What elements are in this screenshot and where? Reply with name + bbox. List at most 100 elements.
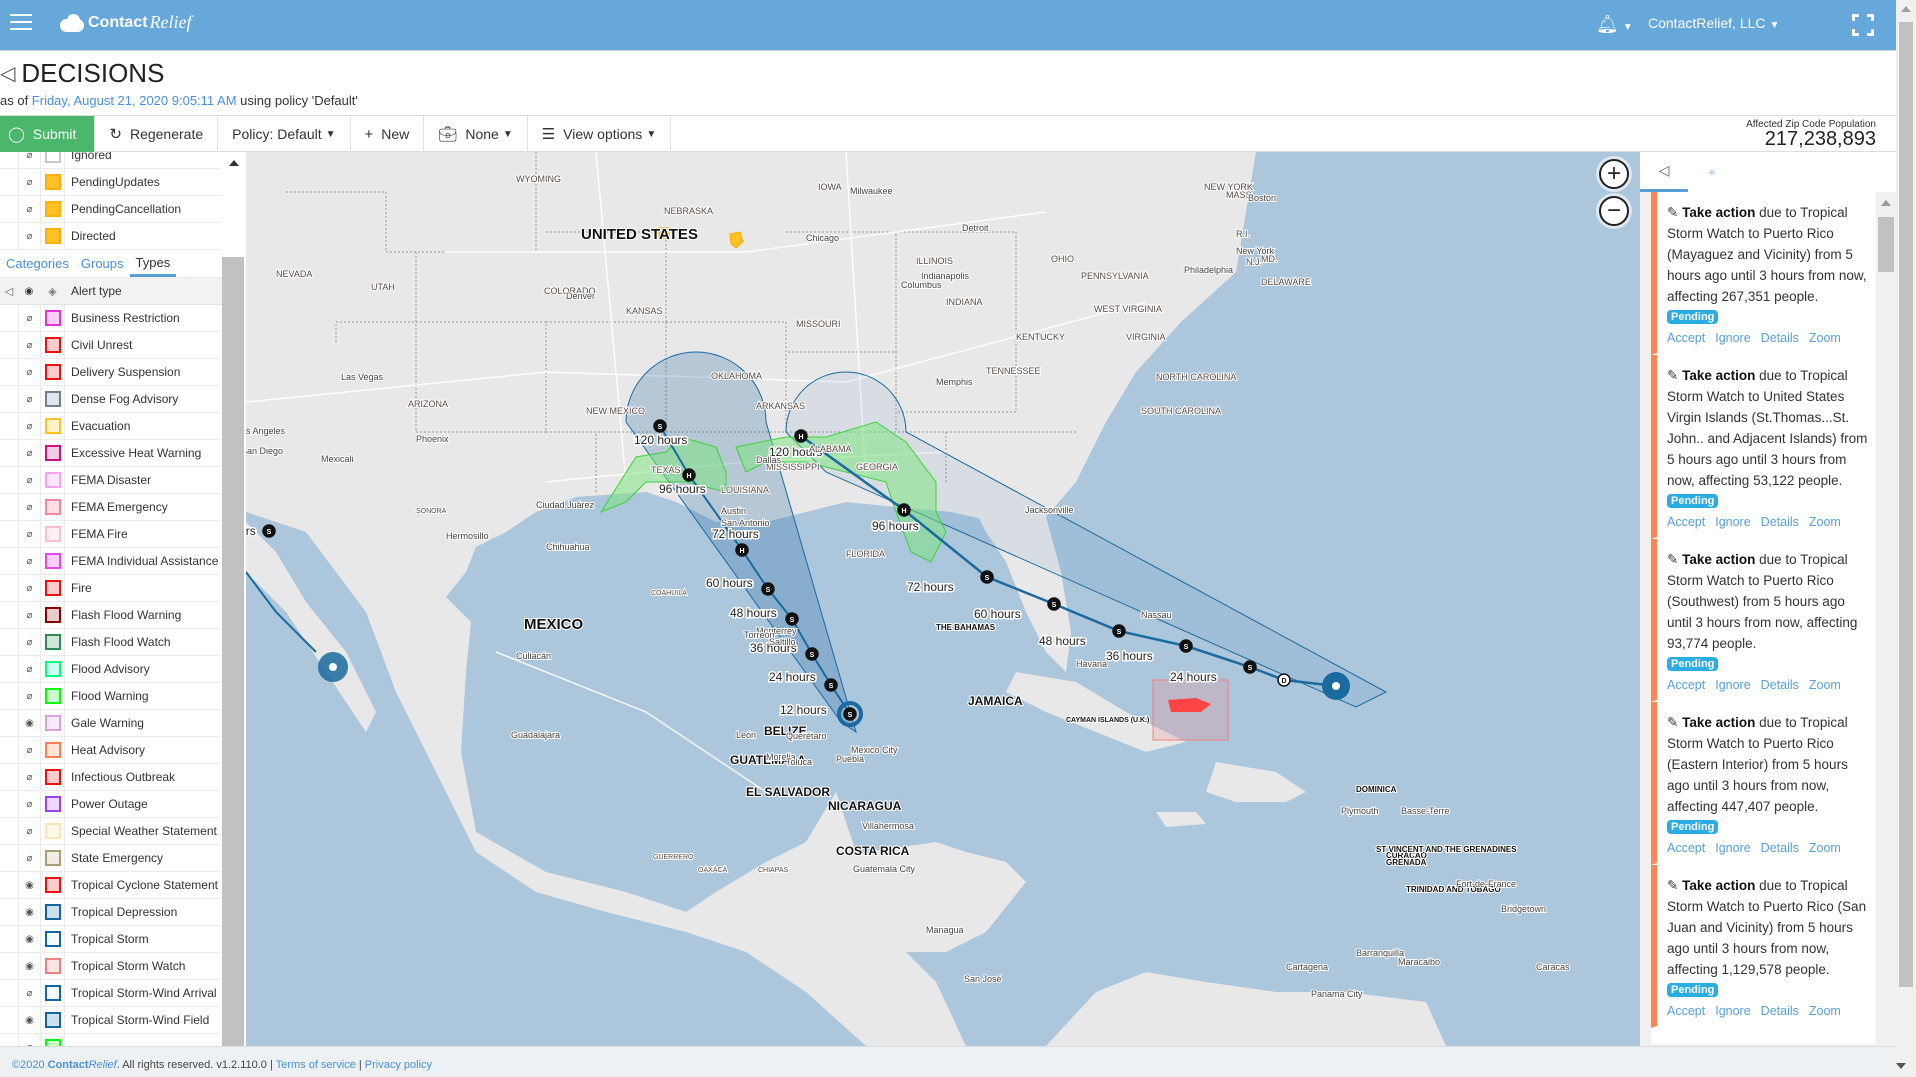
- eye-slash-icon[interactable]: ⌀: [18, 737, 40, 763]
- eye-slash-icon[interactable]: ⌀: [18, 656, 40, 682]
- ignore-link[interactable]: Ignore: [1715, 331, 1750, 345]
- eye-slash-icon[interactable]: ⌀: [18, 602, 40, 628]
- eye-slash-icon[interactable]: ⌀: [18, 818, 40, 844]
- legend-row[interactable]: ⌀ PendingCancellation: [0, 196, 222, 223]
- legend-scrollbar[interactable]: [222, 152, 246, 1046]
- eye-slash-icon[interactable]: ⌀: [18, 845, 40, 871]
- accept-link[interactable]: Accept: [1667, 678, 1705, 692]
- legend-row[interactable]: ⌀ Civil Unrest: [0, 332, 222, 359]
- accept-link[interactable]: Accept: [1667, 1004, 1705, 1018]
- view-options-dropdown[interactable]: ☰ View options ▼: [528, 116, 672, 152]
- decisions-scrollbar[interactable]: [1876, 192, 1896, 1046]
- scroll-thumb[interactable]: [1878, 217, 1894, 272]
- legend-row[interactable]: ⌀ Excessive Heat Warning: [0, 440, 222, 467]
- legend-row[interactable]: ⌀ FEMA Fire: [0, 521, 222, 548]
- eye-slash-icon[interactable]: ⌀: [18, 152, 40, 168]
- scroll-down-icon[interactable]: [1896, 1063, 1906, 1069]
- navigate-icon[interactable]: ◁: [0, 285, 18, 298]
- ignore-link[interactable]: Ignore: [1715, 841, 1750, 855]
- eye-icon[interactable]: ◉: [18, 872, 40, 898]
- legend-row[interactable]: ⌀ Business Restriction: [0, 305, 222, 332]
- legend-row[interactable]: ⌀: [0, 1034, 222, 1046]
- ignore-link[interactable]: Ignore: [1715, 1004, 1750, 1018]
- eye-slash-icon[interactable]: ⌀: [18, 683, 40, 709]
- briefcase-dropdown[interactable]: 💼︎ None ▼: [424, 116, 528, 152]
- scroll-thumb[interactable]: [222, 257, 244, 1046]
- legend-row[interactable]: ⌀ Dense Fog Advisory: [0, 386, 222, 413]
- legend-row[interactable]: ⌀ Flood Warning: [0, 683, 222, 710]
- legend-row[interactable]: ⌀ Flood Advisory: [0, 656, 222, 683]
- eye-icon[interactable]: ◉: [18, 926, 40, 952]
- legend-row[interactable]: ⌀ Heat Advisory: [0, 737, 222, 764]
- legend-row[interactable]: ⌀ FEMA Emergency: [0, 494, 222, 521]
- legend-row[interactable]: ⌀ Evacuation: [0, 413, 222, 440]
- tab-groups[interactable]: Groups: [75, 250, 130, 277]
- footer-brand-italic[interactable]: Relief: [89, 1059, 117, 1071]
- eye-slash-icon[interactable]: ⌀: [18, 575, 40, 601]
- legend-row[interactable]: ◉ Tropical Depression: [0, 899, 222, 926]
- legend-row[interactable]: ◉ Tropical Storm Watch: [0, 953, 222, 980]
- legend-row[interactable]: ⌀ Special Weather Statement: [0, 818, 222, 845]
- eye-slash-icon[interactable]: ⌀: [18, 332, 40, 358]
- org-dropdown[interactable]: ContactRelief, LLC ▼: [1648, 15, 1779, 31]
- legend-row[interactable]: ⌀ FEMA Disaster: [0, 467, 222, 494]
- zoom-in-button[interactable]: +: [1599, 159, 1629, 189]
- zoom-link[interactable]: Zoom: [1809, 841, 1841, 855]
- tab-categories[interactable]: Categories: [0, 250, 75, 277]
- ignore-link[interactable]: Ignore: [1715, 515, 1750, 529]
- eye-slash-icon[interactable]: ⌀: [18, 494, 40, 520]
- legend-row[interactable]: ◉ Tropical Storm: [0, 926, 222, 953]
- page-scrollbar[interactable]: [1896, 0, 1916, 1077]
- eye-icon[interactable]: ◉: [18, 286, 40, 297]
- map-canvas[interactable]: S 12 hours S 24 hours S 36 hours S 48 hours S 60 …: [246, 152, 1640, 1046]
- pencil-icon[interactable]: ✎: [1667, 368, 1678, 383]
- details-link[interactable]: Details: [1761, 841, 1799, 855]
- legend-row[interactable]: ⌀ Ignored: [0, 152, 222, 169]
- map-view[interactable]: S 12 hours S 24 hours S 36 hours S 48 hours S 60 …: [246, 152, 1640, 1046]
- layers-icon[interactable]: ◈: [40, 285, 65, 298]
- app-logo[interactable]: Contact Relief: [58, 12, 192, 33]
- eye-slash-icon[interactable]: ⌀: [18, 467, 40, 493]
- zoom-out-button[interactable]: −: [1599, 196, 1629, 226]
- pencil-icon[interactable]: ✎: [1667, 715, 1678, 730]
- eye-slash-icon[interactable]: ⌀: [18, 196, 40, 222]
- pencil-icon[interactable]: ✎: [1667, 878, 1678, 893]
- new-button[interactable]: + New: [351, 116, 425, 152]
- zoom-link[interactable]: Zoom: [1809, 515, 1841, 529]
- legend-row[interactable]: ⌀ Directed: [0, 223, 222, 250]
- as-of-date-link[interactable]: Friday, August 21, 2020 9:05:11 AM: [32, 93, 237, 108]
- ignore-link[interactable]: Ignore: [1715, 678, 1750, 692]
- eye-icon[interactable]: ◉: [18, 953, 40, 979]
- eye-slash-icon[interactable]: ⌀: [18, 548, 40, 574]
- eye-slash-icon[interactable]: ⌀: [18, 764, 40, 790]
- eye-slash-icon[interactable]: ⌀: [18, 386, 40, 412]
- regenerate-button[interactable]: ↻ Regenerate: [95, 116, 219, 152]
- legend-row[interactable]: ⌀ PendingUpdates: [0, 169, 222, 196]
- hamburger-menu-icon[interactable]: [10, 14, 32, 32]
- accept-link[interactable]: Accept: [1667, 841, 1705, 855]
- eye-slash-icon[interactable]: ⌀: [18, 521, 40, 547]
- eye-slash-icon[interactable]: ⌀: [18, 359, 40, 385]
- zoom-link[interactable]: Zoom: [1809, 678, 1841, 692]
- legend-row[interactable]: ⌀ Power Outage: [0, 791, 222, 818]
- legend-row[interactable]: ⌀ Tropical Storm-Wind Arrival: [0, 980, 222, 1007]
- legend-row[interactable]: ⌀ Delivery Suspension: [0, 359, 222, 386]
- accept-link[interactable]: Accept: [1667, 331, 1705, 345]
- legend-row[interactable]: ⌀ Flash Flood Warning: [0, 602, 222, 629]
- legend-row[interactable]: ⌀ Infectious Outbreak: [0, 764, 222, 791]
- scroll-up-icon[interactable]: [229, 160, 239, 166]
- scroll-up-icon[interactable]: [1881, 200, 1891, 206]
- eye-slash-icon[interactable]: ⌀: [18, 980, 40, 1006]
- eye-icon[interactable]: ◉: [18, 899, 40, 925]
- pencil-icon[interactable]: ✎: [1667, 552, 1678, 567]
- notifications-button[interactable]: 🔔︎ ▼: [1596, 14, 1633, 35]
- tab-decisions[interactable]: ◁: [1640, 152, 1688, 192]
- scroll-up-icon[interactable]: [1901, 6, 1911, 12]
- eye-icon[interactable]: ◉: [18, 710, 40, 736]
- accept-link[interactable]: Accept: [1667, 515, 1705, 529]
- privacy-policy-link[interactable]: Privacy policy: [365, 1059, 432, 1071]
- legend-row[interactable]: ◉ Tropical Storm-Wind Field: [0, 1007, 222, 1034]
- details-link[interactable]: Details: [1761, 331, 1799, 345]
- details-link[interactable]: Details: [1761, 1004, 1799, 1018]
- zoom-link[interactable]: Zoom: [1809, 331, 1841, 345]
